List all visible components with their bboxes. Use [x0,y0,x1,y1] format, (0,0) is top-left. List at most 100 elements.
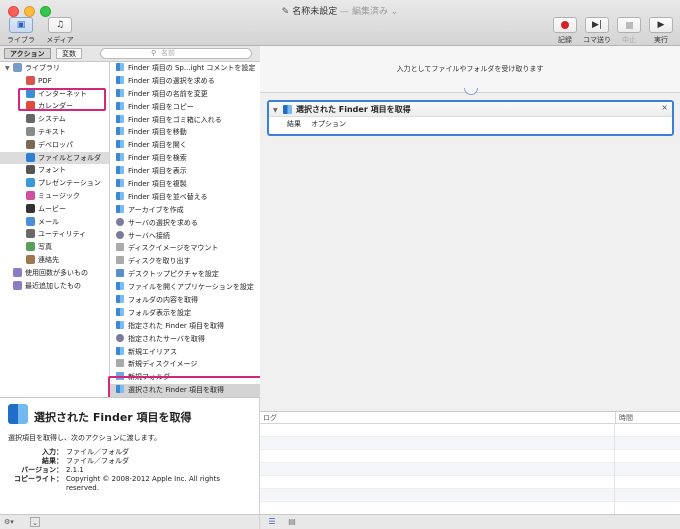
workflow-canvas[interactable]: 入力としてファイルやフォルダを受け取ります ▼ 選択された Finder 項目を取… [260,46,680,411]
action-list-item[interactable]: デスクトップピクチャを設定 [110,268,260,281]
description-title: 選択された Finder 項目を取得 [34,411,192,424]
action-list-item[interactable]: Finder 項目を並べ替える [110,191,260,204]
server-icon [116,217,124,226]
highlight-annotation-files-folders [18,88,106,111]
stop-button[interactable]: 中止 [616,17,642,45]
hammer-icon [26,139,35,149]
action-list-item[interactable]: ディスクイメージをマウント [110,242,260,255]
library-category-item[interactable]: 連絡先 [0,254,109,267]
log-row [260,489,680,502]
library-category-item[interactable]: ムービー [0,203,109,216]
action-list-item[interactable]: ファイルを開くアプリケーションを設定 [110,281,260,294]
action-list-item[interactable]: Finder 項目をゴミ箱に入れる [110,114,260,127]
action-list-item[interactable]: Finder 項目の Sp...ight コメントを設定 [110,62,260,75]
finder-icon [8,404,28,424]
variables-tab[interactable]: 変数 [56,48,82,59]
log-column-header[interactable]: ログ [263,412,277,424]
action-list-item[interactable]: Finder 項目の名前を変更 [110,88,260,101]
description-toggle-icon[interactable]: ⌄ [30,517,40,527]
library-pane-icon: ▣ [9,17,33,33]
action-list-item[interactable]: サーバへ接続 [110,230,260,243]
library-category-item[interactable]: システム [0,113,109,126]
disk-icon [116,256,124,265]
action-list-item[interactable]: Finder 項目を検索 [110,152,260,165]
finder-icon [116,88,124,97]
server-icon [116,230,124,239]
library-category-item[interactable]: テキスト [0,126,109,139]
workflow-footer: ☰ ▤ [260,514,680,529]
action-list-item[interactable]: Finder 項目を複製 [110,178,260,191]
log-row [260,476,680,489]
time-column-header[interactable]: 時間 [615,412,633,424]
finder-icon [116,204,124,213]
run-button[interactable]: ▶ 実行 [647,17,675,45]
search-input[interactable]: ⚲ 名前 [100,48,252,59]
finder-icon [116,191,124,200]
finder-icon [116,307,124,316]
smart-group-item[interactable]: 使用回数が多いもの [0,267,109,280]
library-footer: ⚙▾ ⌄ [0,514,260,529]
music-icon [26,190,35,200]
library-category-item[interactable]: 写真 [0,241,109,254]
action-list-item[interactable]: サーバの選択を求める [110,217,260,230]
description-metadata: 入力： ファイル／フォルダ 結果： ファイル／フォルダ バージョン： 2.1.1 コピ… [14,448,220,492]
close-icon[interactable]: × [661,103,668,112]
window-title[interactable]: ✎ 名称未設定 — 編集済み ⌄ [0,4,680,17]
list-view-icon[interactable]: ☰ [266,517,278,527]
action-list-item[interactable]: フォルダ表示を設定 [110,307,260,320]
action-list-item[interactable]: 新規エイリアス [110,346,260,359]
action-list-item[interactable]: 新規ディスクイメージ [110,358,260,371]
results-tab[interactable]: 結果 [287,120,301,128]
log-row [260,424,680,437]
column-view-icon[interactable]: ▤ [286,517,298,527]
library-category-item[interactable]: フォント [0,164,109,177]
edited-status: — 編集済み ⌄ [340,7,399,17]
library-category-item[interactable]: デベロッパ [0,139,109,152]
smart-folder-icon [13,267,22,277]
library-list: ▼ ライブラリ PDF インターネット カレンダー システム テキスト デベロッパ ファイルとフ… [0,62,110,397]
action-list-item[interactable]: Finder 項目を開く [110,139,260,152]
options-tab[interactable]: オプション [311,120,346,128]
action-list-item[interactable]: Finder 項目の選択を求める [110,75,260,88]
library-category-item[interactable]: ユーティリティ [0,228,109,241]
gear-menu-icon[interactable]: ⚙▾ [4,517,14,527]
library-category-item[interactable]: ファイルとフォルダ [0,151,109,165]
text-icon [26,126,35,136]
stop-icon [617,17,641,33]
action-list-item[interactable]: 指定された Finder 項目を取得 [110,320,260,333]
action-list-item[interactable]: 指定されたサーバを取得 [110,333,260,346]
action-card-title: 選択された Finder 項目を取得 [296,105,411,114]
library-category-item[interactable]: PDF [0,75,109,88]
action-list-item[interactable]: アーカイブを作成 [110,204,260,217]
picture-icon [116,269,124,278]
action-list-item[interactable]: Finder 項目をコピー [110,101,260,114]
finder-icon [116,153,124,162]
library-icon [13,63,22,72]
action-list-item[interactable]: Finder 項目を表示 [110,165,260,178]
step-button[interactable]: ▶| コマ送り [580,17,614,45]
smart-group-item[interactable]: 最近追加したもの [0,280,109,293]
library-root[interactable]: ▼ ライブラリ [0,62,109,75]
step-forward-icon: ▶| [585,17,609,33]
action-list-item[interactable]: フォルダの内容を取得 [110,294,260,307]
disclosure-triangle-icon[interactable]: ▼ [273,103,281,118]
workflow-action-card[interactable]: ▼ 選択された Finder 項目を取得 × 結果 オプション [267,100,674,136]
library-category-item[interactable]: プレゼンテーション [0,177,109,190]
finder-icon [116,320,124,329]
font-icon [26,165,35,175]
action-list-item[interactable]: ディスクを取り出す [110,255,260,268]
record-icon [553,17,577,33]
finder-icon [116,63,124,71]
media-button[interactable]: ♫ メディア [40,17,80,45]
actions-tab[interactable]: アクション [4,48,51,59]
photo-icon [26,242,35,252]
library-category-item[interactable]: ミュージック [0,190,109,203]
record-button[interactable]: 記録 [552,17,578,45]
library-header: アクション 変数 ⚲ 名前 [0,46,260,62]
finder-icon [116,295,124,304]
library-category-item[interactable]: メール [0,216,109,229]
window-toolbar: ✎名称未設定 — 編集済み ⌄ ▣ ライブラリ ♫ メディア 記録 ▶| コマ送… [0,0,680,54]
log-pane: ログ 時間 [260,411,680,515]
action-list-item[interactable]: Finder 項目を移動 [110,126,260,139]
disk-icon [116,243,124,252]
